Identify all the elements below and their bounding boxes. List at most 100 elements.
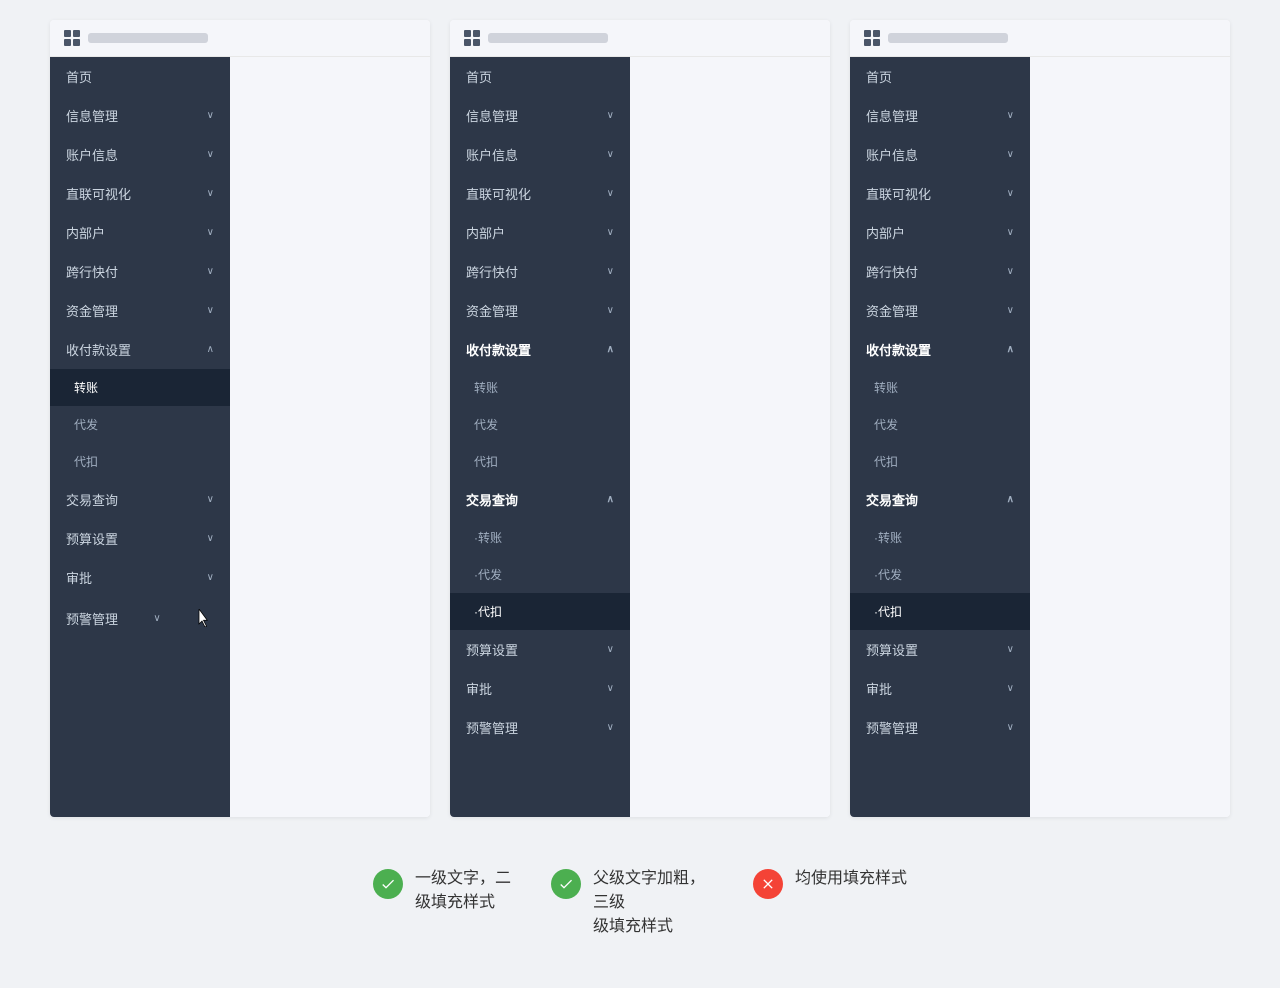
sidebar-item-label: 资金管理 [866,301,918,320]
sidebar-item-3-0[interactable]: 首页 [850,57,1030,96]
chevron-icon: ∧ [1007,494,1014,505]
sidebar-item-1-11[interactable]: 交易查询∨ [50,480,230,519]
sidebar-item-2-11[interactable]: 交易查询∧ [450,480,630,519]
sidebar-item-label: 预警管理 [66,609,118,628]
sidebar-item-3-13[interactable]: ·代发 [850,556,1030,593]
sidebar-item-1-5[interactable]: 跨行快付 ∨ [50,252,230,291]
panel-2: 首页信息管理∨账户信息∨直联可视化∨内部户∨跨行快付∨资金管理∨收付款设置∧转账… [450,20,830,817]
sidebar-item-1-8[interactable]: 转账 [50,369,230,406]
sidebar-item-3-16[interactable]: 审批∨ [850,669,1030,708]
sidebar-item-3-10[interactable]: 代扣 [850,443,1030,480]
sidebar-item-2-9[interactable]: 代发 [450,406,630,443]
sidebar-item-label: 直联可视化 [466,184,531,203]
sidebar-3: 首页信息管理∨账户信息∨直联可视化∨内部户∨跨行快付∨资金管理∨收付款设置∧转账… [850,57,1030,817]
sidebar-item-2-3[interactable]: 直联可视化 ∨ [450,174,630,213]
chevron-icon: ∨ [607,722,614,733]
sidebar-item-label: 代发 [74,416,98,433]
sidebar-item-3-17[interactable]: 预警管理∨ [850,708,1030,747]
grid-icon [864,30,880,46]
chevron-icon: ∨ [207,110,214,121]
sidebar-item-2-15[interactable]: 预算设置∨ [450,630,630,669]
sidebar-item-3-4[interactable]: 内部户 ∨ [850,213,1030,252]
sidebar-item-1-6[interactable]: 资金管理∨ [50,291,230,330]
sidebar-item-1-2[interactable]: 账户信息∨ [50,135,230,174]
panel-header-3 [850,20,1230,57]
sidebar-item-label: 直联可视化 [66,184,131,203]
sidebar-item-2-4[interactable]: 内部户∨ [450,213,630,252]
sidebar-item-label: 内部户 [66,223,105,242]
chevron-icon: ∨ [153,613,160,624]
sidebar-item-1-14[interactable]: 预警管理 ∨ [50,597,230,639]
sidebar-item-3-11[interactable]: 交易查询 ∧ [850,480,1030,519]
sidebar-item-label: 跨行快付 [866,262,918,281]
chevron-icon: ∨ [607,305,614,316]
sidebar-item-label: 首页 [66,67,92,86]
sidebar-item-2-13[interactable]: ·代发 [450,556,630,593]
sidebar-item-3-3[interactable]: 直联可视化∨ [850,174,1030,213]
sidebar-item-label: 内部户 [866,223,905,242]
sidebar-item-1-10[interactable]: 代扣 [50,443,230,480]
legend-item-1: 父级文字加粗，三级级填充样式 [551,867,713,939]
sidebar-item-2-0[interactable]: 首页 [450,57,630,96]
sidebar-item-1-13[interactable]: 审批∨ [50,558,230,597]
sidebar-item-label: 交易查询 [866,490,918,509]
sidebar-item-3-1[interactable]: 信息管理∨ [850,96,1030,135]
sidebar-item-label: 收付款设置 [466,340,531,359]
sidebar-item-3-12[interactable]: ·转账 [850,519,1030,556]
sidebar-item-3-15[interactable]: 预算设置∨ [850,630,1030,669]
chevron-icon: ∨ [607,188,614,199]
sidebar-item-label: 信息管理 [466,106,518,125]
sidebar-item-2-10[interactable]: 代扣 [450,443,630,480]
sidebar-item-3-14[interactable]: ·代扣 [850,593,1030,630]
sidebar-item-2-16[interactable]: 审批∨ [450,669,630,708]
sidebar-item-1-0[interactable]: 首页 [50,57,230,96]
sidebar-item-2-5[interactable]: 跨行快付∨ [450,252,630,291]
sidebar-item-label: 跨行快付 [466,262,518,281]
header-bar [488,33,608,43]
chevron-icon: ∨ [207,266,214,277]
chevron-icon: ∨ [607,110,614,121]
sidebar-item-label: 资金管理 [466,301,518,320]
chevron-icon: ∨ [1007,644,1014,655]
sidebar-item-2-1[interactable]: 信息管理 ∨ [450,96,630,135]
sidebar-item-2-12[interactable]: ·转账 [450,519,630,556]
chevron-icon: ∧ [1007,344,1014,355]
sidebar-item-3-7[interactable]: 收付款设置∧ [850,330,1030,369]
sidebar-item-3-2[interactable]: 账户信息∨ [850,135,1030,174]
chevron-icon: ∨ [1007,149,1014,160]
chevron-icon: ∨ [1007,683,1014,694]
sidebar-item-1-12[interactable]: 预算设置∨ [50,519,230,558]
sidebar-item-label: 转账 [874,379,898,396]
sidebar-item-label: 交易查询 [466,490,518,509]
sidebar-item-2-7[interactable]: 收付款设置∧ [450,330,630,369]
sidebar-item-label: 转账 [74,379,98,396]
sidebar-item-1-3[interactable]: 直联可视化∨ [50,174,230,213]
sidebar-item-3-8[interactable]: 转账 [850,369,1030,406]
sidebar-item-label: ·代发 [874,566,902,583]
chevron-icon: ∨ [607,149,614,160]
sidebar-item-label: 代扣 [874,453,898,470]
sidebar-item-1-4[interactable]: 内部户∨ [50,213,230,252]
content-area-1 [230,57,430,817]
sidebar-item-1-1[interactable]: 信息管理∨ [50,96,230,135]
sidebar-item-1-9[interactable]: 代发 [50,406,230,443]
sidebar-item-1-7[interactable]: 收付款设置∧ [50,330,230,369]
sidebar-item-3-6[interactable]: 资金管理∨ [850,291,1030,330]
sidebar-item-label: 预算设置 [66,529,118,548]
sidebar-item-label: ·转账 [474,529,502,546]
sidebar-item-label: 审批 [466,679,492,698]
sidebar-1: 首页信息管理∨账户信息∨直联可视化∨内部户∨跨行快付∨资金管理∨收付款设置∧转账… [50,57,230,817]
sidebar-item-label: 收付款设置 [66,340,131,359]
sidebar-item-2-2[interactable]: 账户信息∨ [450,135,630,174]
sidebar-item-2-14[interactable]: ·代扣 [450,593,630,630]
sidebar-item-2-17[interactable]: 预警管理∨ [450,708,630,747]
sidebar-item-3-9[interactable]: 代发 [850,406,1030,443]
sidebar-item-3-5[interactable]: 跨行快付∨ [850,252,1030,291]
legend-icon-cross-2 [753,869,783,899]
sidebar-item-label: 跨行快付 [66,262,118,281]
sidebar-item-2-8[interactable]: 转账 [450,369,630,406]
chevron-icon: ∨ [1007,227,1014,238]
sidebar-item-2-6[interactable]: 资金管理 ∨ [450,291,630,330]
sidebar-item-label: 直联可视化 [866,184,931,203]
sidebar-item-label: 代发 [474,416,498,433]
